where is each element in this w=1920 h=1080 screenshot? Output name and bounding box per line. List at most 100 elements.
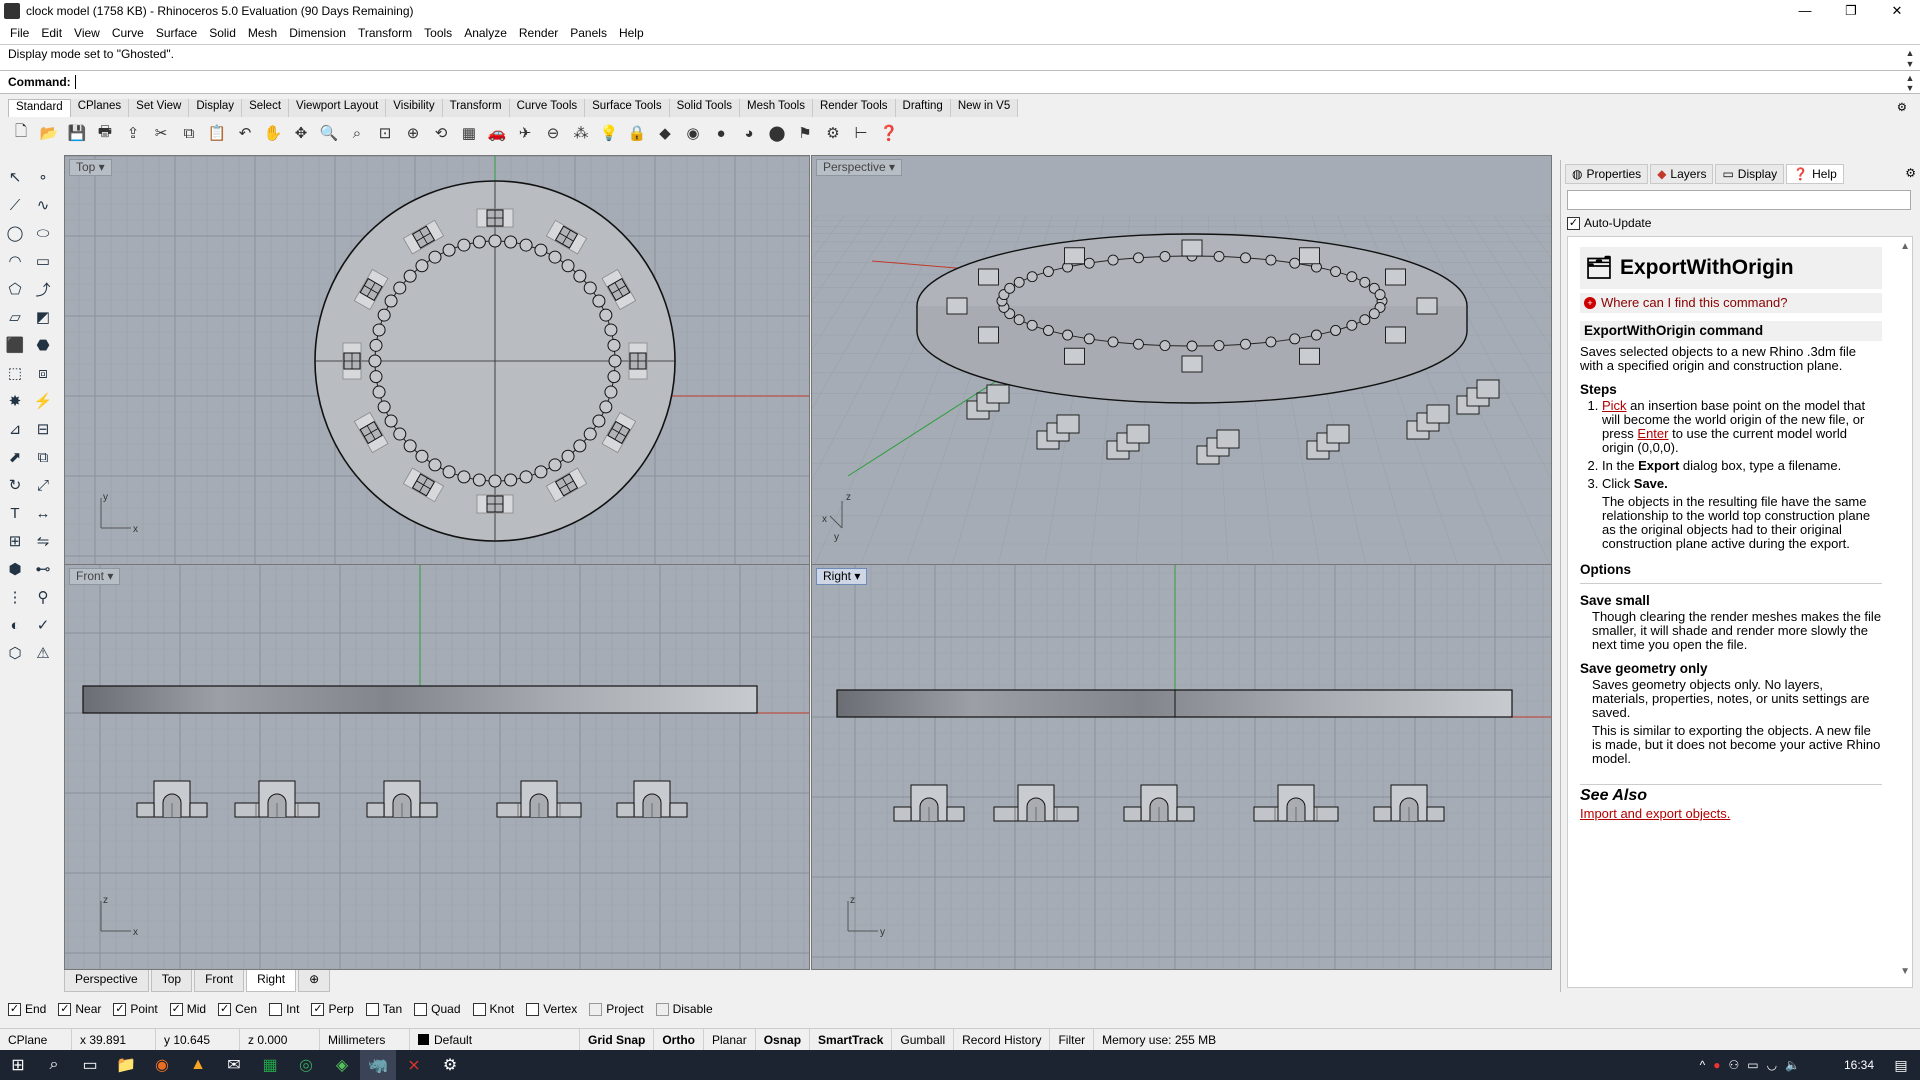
osnap-tan-checkbox[interactable] bbox=[365, 1002, 379, 1016]
add-viewport-tab-icon[interactable]: ⊕ bbox=[298, 970, 331, 992]
save-icon[interactable]: 💾 bbox=[66, 122, 88, 144]
viewport-right-label[interactable]: Right ▾ bbox=[816, 568, 868, 585]
toolbar-tab-standard[interactable]: Standard bbox=[8, 99, 71, 117]
car-icon[interactable]: 🚗 bbox=[486, 122, 508, 144]
rhino-app-icon[interactable] bbox=[4, 3, 20, 19]
dimension-icon[interactable]: ⊢ bbox=[850, 122, 872, 144]
osnap-perp-checkbox[interactable]: ✓ bbox=[311, 1002, 325, 1016]
osnap-vertex[interactable]: Vertex bbox=[526, 1002, 577, 1016]
history-scroll-down-icon[interactable]: ▼ bbox=[1904, 58, 1916, 70]
render-sphere-icon[interactable]: ⬤ bbox=[766, 122, 788, 144]
mail-icon[interactable]: ✉ bbox=[216, 1050, 252, 1080]
undo-icon[interactable]: ↶ bbox=[234, 122, 256, 144]
settings-gear-icon[interactable]: ⚙ bbox=[432, 1050, 468, 1080]
viewport-tab-perspective[interactable]: Perspective bbox=[64, 970, 149, 992]
move-icon[interactable]: ⬈ bbox=[4, 446, 26, 468]
help-question-icon[interactable]: ❓ bbox=[878, 122, 900, 144]
surface-icon[interactable]: ▱ bbox=[4, 306, 26, 328]
status-layer[interactable]: Default bbox=[410, 1028, 580, 1051]
enter-link[interactable]: Enter bbox=[1637, 426, 1668, 441]
excel-icon[interactable]: ▦ bbox=[252, 1050, 288, 1080]
osnap-project[interactable]: Project bbox=[589, 1002, 644, 1016]
task-view-icon[interactable]: ▭ bbox=[72, 1050, 108, 1080]
shaded-sphere-icon[interactable]: ● bbox=[710, 122, 732, 144]
osnap-int[interactable]: Int bbox=[269, 1002, 299, 1016]
viewport-perspective-label[interactable]: Perspective ▾ bbox=[816, 159, 903, 176]
menu-tools[interactable]: Tools bbox=[418, 26, 458, 40]
panel-tab-properties[interactable]: ◍ Properties bbox=[1565, 164, 1649, 184]
viewport-right[interactable]: z y Right ▾ bbox=[811, 564, 1552, 970]
rendered-sphere-icon[interactable]: ◕ bbox=[738, 122, 760, 144]
rotate-icon[interactable]: ↻ bbox=[4, 474, 26, 496]
menu-view[interactable]: View bbox=[68, 26, 106, 40]
osnap-int-checkbox[interactable] bbox=[269, 1002, 283, 1016]
osnap-point-checkbox[interactable]: ✓ bbox=[113, 1002, 127, 1016]
osnap-tan[interactable]: Tan bbox=[365, 1002, 402, 1016]
scale-icon[interactable]: ⤢ bbox=[32, 474, 54, 496]
trim-icon[interactable]: ⊿ bbox=[4, 418, 26, 440]
where-find-command-link[interactable]: + Where can I find this command? bbox=[1580, 293, 1882, 313]
osnap-knot-checkbox[interactable] bbox=[472, 1002, 486, 1016]
viewport-perspective[interactable]: z x y Perspective ▾ bbox=[811, 155, 1552, 565]
copy-object-icon[interactable]: ⧉ bbox=[32, 446, 54, 468]
menu-edit[interactable]: Edit bbox=[35, 26, 68, 40]
command-scroll-down-icon[interactable]: ▼ bbox=[1904, 82, 1916, 94]
open-file-icon[interactable]: 📂 bbox=[38, 122, 60, 144]
undo-view-icon[interactable]: ⟲ bbox=[430, 122, 452, 144]
panel-tab-help[interactable]: ❓ Help bbox=[1786, 164, 1844, 184]
tray-volume-icon[interactable]: 🔈 bbox=[1785, 1058, 1800, 1072]
close-button[interactable]: ✕ bbox=[1874, 0, 1920, 22]
pick-link[interactable]: Pick bbox=[1602, 398, 1627, 413]
cut-icon[interactable]: ✂ bbox=[150, 122, 172, 144]
viewport-top-label[interactable]: Top ▾ bbox=[69, 159, 112, 176]
print-icon[interactable]: 🖶 bbox=[94, 122, 116, 144]
box-icon[interactable]: ⬛ bbox=[4, 334, 26, 356]
toolbar-tab-mesh-tools[interactable]: Mesh Tools bbox=[740, 99, 813, 117]
osnap-mid-checkbox[interactable]: ✓ bbox=[169, 1002, 183, 1016]
status-toggle-ortho[interactable]: Ortho bbox=[654, 1028, 705, 1051]
toolbar-tab-set-view[interactable]: Set View bbox=[129, 99, 190, 117]
tray-chevron-icon[interactable]: ^ bbox=[1700, 1058, 1706, 1072]
polygon-icon[interactable]: ⬠ bbox=[4, 278, 26, 300]
zoom-selected-icon[interactable]: ⊕ bbox=[402, 122, 424, 144]
tray-people-icon[interactable]: ⚇ bbox=[1728, 1058, 1739, 1072]
block-icon[interactable]: ⊞ bbox=[4, 530, 26, 552]
pan-icon[interactable]: ✋ bbox=[262, 122, 284, 144]
osnap-knot[interactable]: Knot bbox=[472, 1002, 514, 1016]
help-search-input[interactable] bbox=[1567, 190, 1911, 210]
viewport-front[interactable]: z x Front ▾ bbox=[64, 564, 810, 970]
point-icon[interactable]: ∘ bbox=[32, 166, 54, 188]
panel-tab-layers[interactable]: ◆ Layers bbox=[1650, 164, 1714, 184]
curve-tools-icon[interactable]: ⤴ bbox=[32, 278, 54, 300]
new-file-icon[interactable]: 🗋 bbox=[10, 122, 32, 144]
array-icon[interactable]: ⋮ bbox=[4, 586, 26, 608]
circle-icon[interactable]: ◯ bbox=[4, 222, 26, 244]
toolbar-settings-gear-icon[interactable]: ⚙ bbox=[1890, 99, 1914, 115]
toolbar-tab-cplanes[interactable]: CPlanes bbox=[70, 99, 130, 117]
menu-mesh[interactable]: Mesh bbox=[242, 26, 283, 40]
toolbar-tab-render-tools[interactable]: Render Tools bbox=[812, 99, 896, 117]
help-scroll-up-icon[interactable]: ▲ bbox=[1900, 241, 1910, 252]
text-icon[interactable]: T bbox=[4, 502, 26, 524]
toolbar-tab-visibility[interactable]: Visibility bbox=[386, 99, 443, 117]
toolbar-tab-viewport-layout[interactable]: Viewport Layout bbox=[289, 99, 387, 117]
fillet-icon[interactable]: ⚡ bbox=[32, 390, 54, 412]
firefox-icon[interactable]: ◉ bbox=[144, 1050, 180, 1080]
four-viewports-icon[interactable]: ▦ bbox=[458, 122, 480, 144]
vlc-icon[interactable]: ▲ bbox=[180, 1050, 216, 1080]
boolean-icon[interactable]: ⬣ bbox=[32, 334, 54, 356]
split-icon[interactable]: ⊟ bbox=[32, 418, 54, 440]
status-toggle-osnap[interactable]: Osnap bbox=[756, 1028, 811, 1051]
help-scroll-down-icon[interactable]: ▼ bbox=[1900, 966, 1910, 977]
osnap-end[interactable]: ✓ End bbox=[8, 1002, 46, 1016]
status-toggle-planar[interactable]: Planar bbox=[704, 1028, 756, 1051]
toolbar-tab-new-in-v5[interactable]: New in V5 bbox=[950, 99, 1019, 117]
command-history[interactable]: Display mode set to "Ghosted". ▲ ▼ bbox=[0, 44, 1920, 70]
analyze-icon[interactable]: ⚲ bbox=[32, 586, 54, 608]
layers-toolbar-icon[interactable]: ◆ bbox=[654, 122, 676, 144]
lock-icon[interactable]: 🔒 bbox=[626, 122, 648, 144]
osnap-project-checkbox[interactable] bbox=[589, 1002, 603, 1016]
osnap-disable-checkbox[interactable] bbox=[655, 1002, 669, 1016]
toolbar-tab-display[interactable]: Display bbox=[189, 99, 243, 117]
osnap-mid[interactable]: ✓ Mid bbox=[169, 1002, 206, 1016]
